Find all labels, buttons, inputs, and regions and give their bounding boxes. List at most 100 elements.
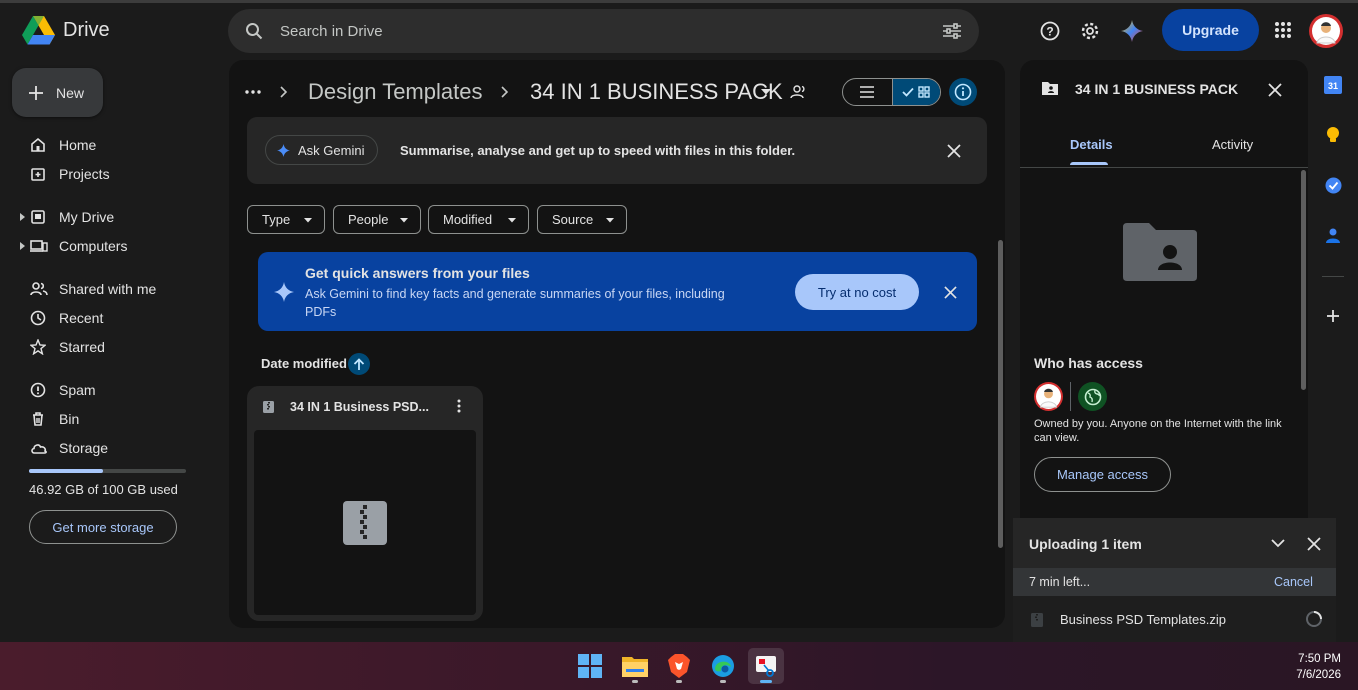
filter-people-chip[interactable]: People bbox=[333, 205, 421, 234]
filter-modified-chip[interactable]: Modified bbox=[428, 205, 529, 234]
chip-label: People bbox=[348, 212, 389, 227]
zip-file-icon bbox=[263, 401, 274, 413]
details-scrollbar[interactable] bbox=[1301, 170, 1306, 390]
gemini-spark-icon[interactable] bbox=[1114, 13, 1150, 49]
upgrade-button[interactable]: Upgrade bbox=[1162, 9, 1259, 51]
close-gemini-bar-icon[interactable] bbox=[947, 144, 961, 158]
svg-text:?: ? bbox=[1046, 25, 1053, 39]
new-button[interactable]: New bbox=[12, 68, 103, 117]
sidebar-item-label: Recent bbox=[59, 310, 104, 326]
breadcrumb-chevron-icon bbox=[279, 85, 288, 99]
drive-logo[interactable]: Drive bbox=[22, 16, 110, 45]
tasks-app-icon[interactable] bbox=[1325, 177, 1342, 194]
sort-label[interactable]: Date modified bbox=[261, 356, 347, 371]
expand-caret-icon[interactable] bbox=[20, 242, 25, 250]
search-icon[interactable] bbox=[245, 22, 263, 40]
sidebar-item-label: Computers bbox=[59, 238, 128, 254]
gemini-bar-text: Summarise, analyse and get up to speed w… bbox=[400, 143, 796, 158]
sidebar-item-label: Shared with me bbox=[59, 281, 157, 297]
grid-view-button[interactable] bbox=[891, 79, 940, 105]
tab-activity[interactable]: Activity bbox=[1212, 137, 1253, 152]
sidebar-item-label: Bin bbox=[59, 411, 80, 427]
snipping-tool-icon[interactable] bbox=[748, 648, 784, 684]
sidebar-item-computers[interactable]: Computers bbox=[0, 232, 220, 260]
cancel-upload-button[interactable]: Cancel bbox=[1274, 575, 1313, 589]
breadcrumb-current[interactable]: 34 IN 1 BUSINESS PACK bbox=[530, 79, 783, 105]
expand-caret-icon[interactable] bbox=[20, 213, 25, 221]
manage-access-button[interactable]: Manage access bbox=[1034, 457, 1171, 492]
sidebar-item-spam[interactable]: Spam bbox=[0, 376, 220, 404]
search-options-icon[interactable] bbox=[943, 23, 961, 39]
breadcrumb-parent[interactable]: Design Templates bbox=[308, 79, 482, 105]
ask-gemini-button[interactable]: Ask Gemini bbox=[265, 135, 378, 165]
owned-by-text: Owned by you. Anyone on the Internet wit… bbox=[1034, 418, 1282, 444]
keep-app-icon[interactable] bbox=[1326, 126, 1340, 144]
calendar-app-icon[interactable]: 31 bbox=[1324, 76, 1342, 94]
file-name: 34 IN 1 Business PSD... bbox=[290, 400, 429, 414]
windows-start-icon[interactable] bbox=[572, 648, 608, 684]
search-input[interactable]: Search in Drive bbox=[280, 23, 383, 40]
search-bar[interactable]: Search in Drive bbox=[228, 9, 979, 53]
shared-icon bbox=[30, 281, 48, 297]
sidebar-item-bin[interactable]: Bin bbox=[0, 405, 220, 433]
info-icon bbox=[954, 83, 972, 101]
contacts-app-icon[interactable] bbox=[1325, 227, 1341, 244]
storage-progress-fill bbox=[29, 469, 103, 473]
help-icon[interactable]: ? bbox=[1032, 13, 1068, 49]
tab-details[interactable]: Details bbox=[1070, 137, 1113, 152]
sidebar-item-projects[interactable]: Projects bbox=[0, 160, 220, 188]
shared-folder-icon bbox=[1042, 81, 1058, 95]
add-addon-plus-icon[interactable] bbox=[1326, 309, 1340, 323]
close-promo-icon[interactable] bbox=[944, 286, 957, 299]
running-indicator bbox=[676, 680, 682, 683]
settings-gear-icon[interactable] bbox=[1072, 13, 1108, 49]
sidebar-item-storage[interactable]: Storage bbox=[0, 434, 220, 462]
list-view-button[interactable] bbox=[843, 79, 892, 105]
folder-menu-caret-icon[interactable] bbox=[761, 89, 771, 95]
share-people-icon[interactable] bbox=[789, 83, 809, 101]
tabs-divider bbox=[1020, 167, 1308, 168]
sidebar-item-home[interactable]: Home bbox=[0, 131, 220, 159]
sort-direction-button[interactable] bbox=[348, 353, 370, 375]
system-clock[interactable]: 7:50 PM 7/6/2026 bbox=[1296, 651, 1341, 683]
account-avatar[interactable] bbox=[1309, 14, 1343, 48]
file-more-options-icon[interactable] bbox=[457, 399, 461, 413]
more-breadcrumbs-icon[interactable] bbox=[244, 83, 262, 101]
chip-label: Source bbox=[552, 212, 594, 227]
bin-icon bbox=[30, 411, 46, 427]
edge-browser-icon[interactable] bbox=[705, 648, 741, 684]
file-explorer-icon[interactable] bbox=[617, 648, 653, 684]
zip-file-icon bbox=[1031, 613, 1043, 627]
sidebar-item-starred[interactable]: Starred bbox=[0, 333, 220, 361]
try-at-no-cost-button[interactable]: Try at no cost bbox=[795, 274, 919, 310]
promo-body: Ask Gemini to find key facts and generat… bbox=[305, 287, 725, 319]
sidebar-item-label: Home bbox=[59, 137, 97, 153]
globe-public-icon[interactable] bbox=[1078, 382, 1107, 411]
check-icon bbox=[902, 87, 914, 97]
chevron-down-icon bbox=[304, 218, 312, 223]
sidebar-item-recent[interactable]: Recent bbox=[0, 304, 220, 332]
main-scrollbar[interactable] bbox=[998, 240, 1003, 548]
brave-browser-icon[interactable] bbox=[661, 648, 697, 684]
chevron-down-icon bbox=[606, 218, 614, 223]
view-toggle[interactable] bbox=[842, 78, 941, 106]
get-more-storage-button[interactable]: Get more storage bbox=[29, 510, 177, 544]
storage-progress-bar bbox=[29, 469, 186, 473]
file-card[interactable]: 34 IN 1 Business PSD... bbox=[247, 386, 483, 621]
filter-source-chip[interactable]: Source bbox=[537, 205, 627, 234]
collapse-chevron-down-icon[interactable] bbox=[1271, 539, 1285, 548]
storage-usage-text: 46.92 GB of 100 GB used bbox=[29, 482, 178, 497]
close-upload-icon[interactable] bbox=[1307, 537, 1321, 551]
filter-type-chip[interactable]: Type bbox=[247, 205, 325, 234]
sidebar-item-shared[interactable]: Shared with me bbox=[0, 275, 220, 303]
clock-time: 7:50 PM bbox=[1298, 653, 1341, 665]
sidebar-item-label: Starred bbox=[59, 339, 105, 355]
close-details-icon[interactable] bbox=[1268, 83, 1282, 97]
running-indicator bbox=[632, 680, 638, 683]
access-divider bbox=[1070, 382, 1071, 411]
list-view-icon bbox=[860, 86, 875, 98]
sidebar-item-my-drive[interactable]: My Drive bbox=[0, 203, 220, 231]
details-info-button[interactable] bbox=[949, 78, 977, 106]
apps-grid-icon[interactable] bbox=[1265, 12, 1301, 48]
owner-avatar[interactable] bbox=[1034, 382, 1063, 411]
